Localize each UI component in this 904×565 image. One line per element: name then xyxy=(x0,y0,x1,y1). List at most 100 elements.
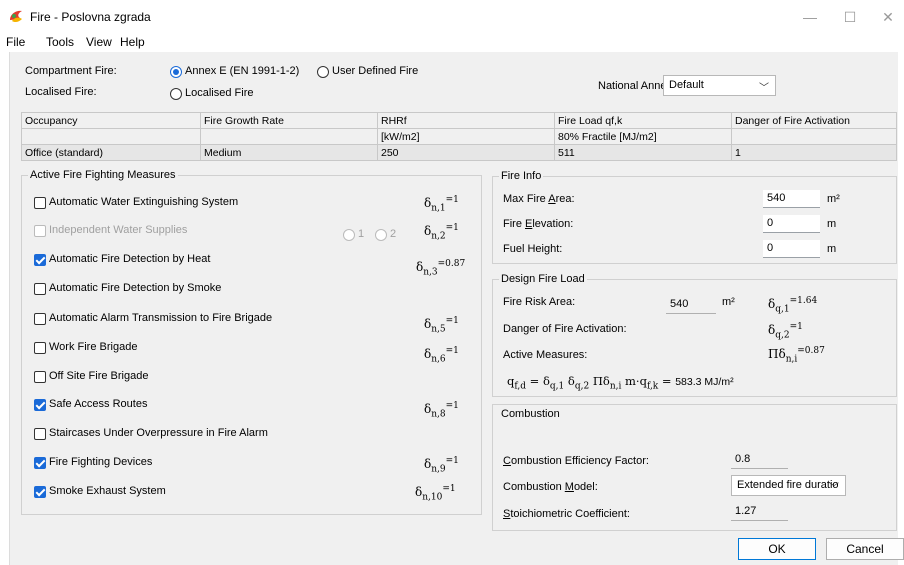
measure-label[interactable]: Off Site Fire Brigade xyxy=(49,370,148,382)
measure-checkbox[interactable] xyxy=(34,313,46,325)
fuel-height-input[interactable]: 0 xyxy=(763,240,820,258)
delta-n-value: δn,6=1 xyxy=(424,346,459,365)
danger-value: 1 xyxy=(731,144,897,161)
fire-risk-area-label: Fire Risk Area: xyxy=(503,296,576,308)
national-annex-select[interactable]: Default ﹀ xyxy=(663,75,776,96)
header-occupancy: Occupancy xyxy=(21,112,201,129)
stoichiometric-value: 1.27 xyxy=(731,503,788,521)
measure-label[interactable]: Work Fire Brigade xyxy=(49,341,137,353)
delta-n-value: δn,8=1 xyxy=(424,401,459,420)
measure-checkbox[interactable] xyxy=(34,342,46,354)
chevron-down-icon: ﹀ xyxy=(829,483,839,494)
cancel-button[interactable]: Cancel xyxy=(826,538,904,560)
fire-elevation-unit: m xyxy=(827,218,837,230)
occupancy-table: Occupancy Fire Growth Rate RHRf Fire Loa… xyxy=(21,112,897,161)
header-rhrf: RHRf xyxy=(377,112,555,129)
close-button[interactable]: ✕ xyxy=(874,6,902,28)
menu-tools[interactable]: Tools xyxy=(46,35,74,49)
fuel-height-label: Fuel Height: xyxy=(503,243,563,255)
measure-label[interactable]: Smoke Exhaust System xyxy=(49,485,166,497)
measure-checkbox[interactable] xyxy=(34,457,46,469)
measure-checkbox[interactable] xyxy=(34,225,46,237)
stoichiometric-label: Stoichiometric Coefficient: xyxy=(503,508,630,520)
measure-checkbox[interactable] xyxy=(34,486,46,498)
fire-risk-area-value: 540 xyxy=(666,296,716,314)
combustion-efficiency-label: Combustion Efficiency Factor: xyxy=(503,455,649,467)
delta-q1: δq,1=1.64 xyxy=(768,296,818,315)
measure-checkbox[interactable] xyxy=(34,399,46,411)
design-fire-load-formula: qf,d = δq,1 δq,2 Πδn,i m·qf,k = 583.3 MJ… xyxy=(507,374,734,392)
measure-checkbox[interactable] xyxy=(34,428,46,440)
measure-label[interactable]: Automatic Fire Detection by Heat xyxy=(49,253,210,265)
maximize-button[interactable]: ☐ xyxy=(836,6,864,28)
unit-growth-rate xyxy=(200,128,378,145)
delta-q2: δq,2=1 xyxy=(768,322,803,341)
fire-load-value: 511 xyxy=(554,144,732,161)
water-supply-option-2: 2 xyxy=(390,228,397,240)
ok-button[interactable]: OK xyxy=(738,538,816,560)
fire-risk-area-unit: m² xyxy=(722,296,735,308)
measure-checkbox[interactable] xyxy=(34,371,46,383)
fire-elevation-label: Fire Elevation: xyxy=(503,218,574,230)
measure-label[interactable]: Automatic Fire Detection by Smoke xyxy=(49,282,221,294)
fire-info-title: Fire Info xyxy=(499,170,544,182)
measure-label[interactable]: Staircases Under Overpressure in Fire Al… xyxy=(49,427,268,439)
header-danger: Danger of Fire Activation xyxy=(731,112,897,129)
combustion-model-select[interactable]: Extended fire duratio ﹀ xyxy=(731,475,846,496)
unit-fire-load: 80% Fractile [MJ/m2] xyxy=(554,128,732,145)
occupancy-value[interactable]: Office (standard) xyxy=(21,144,201,161)
unit-occupancy xyxy=(21,128,201,145)
combustion-efficiency-value: 0.8 xyxy=(731,451,788,469)
danger-activation-label: Danger of Fire Activation: xyxy=(503,323,627,335)
active-measures-label: Active Measures: xyxy=(503,349,588,361)
delta-n-value: δn,10=1 xyxy=(415,484,456,503)
delta-n-value: δn,5=1 xyxy=(424,316,459,335)
max-fire-area-unit: m² xyxy=(827,193,840,205)
measure-label[interactable]: Fire Fighting Devices xyxy=(49,456,152,468)
national-annex-value: Default xyxy=(669,79,704,91)
user-defined-label[interactable]: User Defined Fire xyxy=(332,65,418,77)
menu-file[interactable]: File xyxy=(6,35,25,49)
measure-checkbox[interactable] xyxy=(34,197,46,209)
combustion-title: Combustion xyxy=(499,408,562,420)
measure-label[interactable]: Independent Water Supplies xyxy=(49,224,187,236)
menu-view[interactable]: View xyxy=(86,35,112,49)
minimize-button[interactable]: — xyxy=(796,6,824,28)
chevron-down-icon: ﹀ xyxy=(759,83,769,94)
rhrf-value: 250 xyxy=(377,144,555,161)
annex-e-radio[interactable] xyxy=(170,66,182,78)
annex-e-label[interactable]: Annex E (EN 1991-1-2) xyxy=(185,65,299,77)
delta-n-value: δn,2=1 xyxy=(424,223,459,242)
measure-checkbox[interactable] xyxy=(34,283,46,295)
fire-app-icon xyxy=(10,10,22,23)
combustion-model-value: Extended fire duratio xyxy=(737,479,839,491)
measure-label[interactable]: Automatic Water Extinguishing System xyxy=(49,196,238,208)
water-supply-radio-1[interactable] xyxy=(343,229,355,241)
fuel-height-unit: m xyxy=(827,243,837,255)
measure-label[interactable]: Automatic Alarm Transmission to Fire Bri… xyxy=(49,312,272,324)
user-defined-radio[interactable] xyxy=(317,66,329,78)
unit-danger xyxy=(731,128,897,145)
fire-elevation-input[interactable]: 0 xyxy=(763,215,820,233)
design-fire-load-title: Design Fire Load xyxy=(499,273,587,285)
delta-n-value: δn,3=0.87 xyxy=(416,259,466,278)
window-title: Fire - Poslovna zgrada xyxy=(30,10,151,24)
menu-help[interactable]: Help xyxy=(120,35,145,49)
delta-n-value: δn,9=1 xyxy=(424,456,459,475)
localised-radio-label[interactable]: Localised Fire xyxy=(185,87,253,99)
localised-radio[interactable] xyxy=(170,88,182,100)
unit-rhrf: [kW/m2] xyxy=(377,128,555,145)
measure-label[interactable]: Safe Access Routes xyxy=(49,398,147,410)
pi-delta-product: Πδn,i=0.87 xyxy=(768,346,825,365)
max-fire-area-label: Max Fire Area: xyxy=(503,193,575,205)
water-supply-option-1: 1 xyxy=(358,228,365,240)
measure-checkbox[interactable] xyxy=(34,254,46,266)
compartment-fire-label: Compartment Fire: xyxy=(25,65,117,77)
header-fire-load: Fire Load qf,k xyxy=(554,112,732,129)
water-supply-radio-2[interactable] xyxy=(375,229,387,241)
combustion-model-label: Combustion Model: xyxy=(503,481,598,493)
max-fire-area-input[interactable]: 540 xyxy=(763,190,820,208)
delta-n-value: δn,1=1 xyxy=(424,195,459,214)
active-measures-title: Active Fire Fighting Measures xyxy=(28,169,178,181)
localised-fire-label: Localised Fire: xyxy=(25,86,97,98)
